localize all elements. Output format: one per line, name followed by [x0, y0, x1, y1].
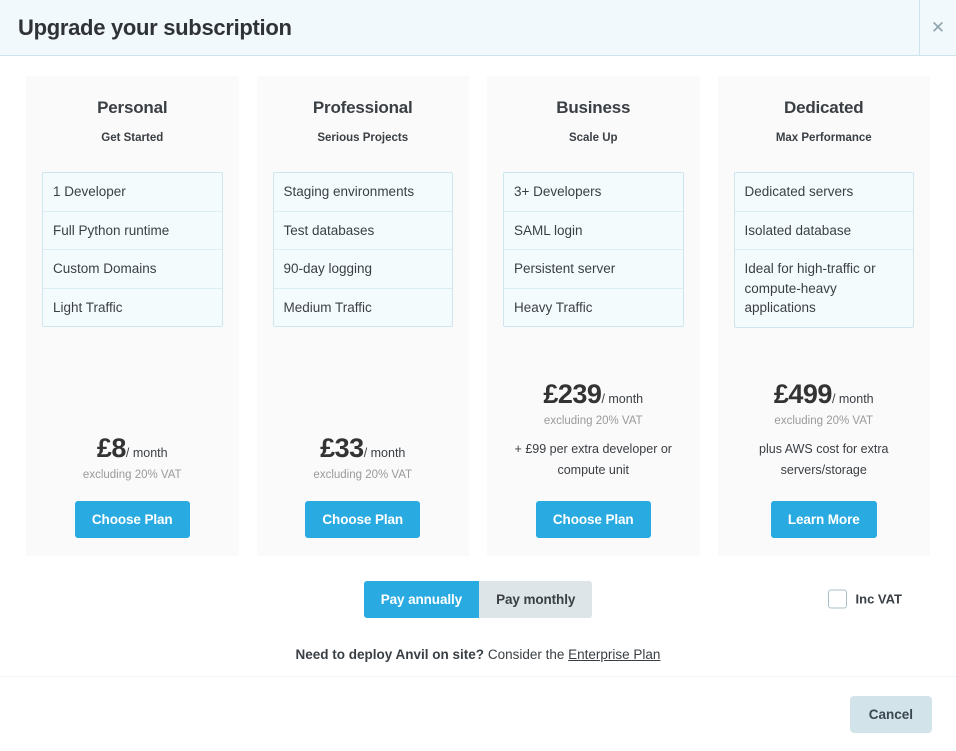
price-block: £33/ month excluding 20% VAT Choose Plan: [273, 409, 454, 538]
plan-tagline: Get Started: [101, 132, 164, 144]
plan-name: Personal: [97, 98, 168, 117]
list-item: Isolated database: [734, 212, 913, 251]
feature-list: 3+ Developers SAML login Persistent serv…: [503, 172, 684, 328]
price-period: / month: [601, 391, 644, 406]
list-item: Heavy Traffic: [514, 299, 593, 315]
inc-vat-label: Inc VAT: [855, 591, 902, 607]
enterprise-prompt: Need to deploy Anvil on site?: [295, 647, 485, 662]
list-item: Light Traffic: [53, 299, 123, 315]
enterprise-plan-link[interactable]: Enterprise Plan: [568, 647, 660, 662]
price-line: £8/ month: [42, 435, 223, 462]
list-item: Staging environments: [273, 173, 452, 212]
list-item: Custom Domains: [43, 250, 222, 289]
plan-tagline: Scale Up: [568, 132, 618, 144]
plan-name: Dedicated: [784, 98, 864, 117]
price-vat-note: excluding 20% VAT: [774, 414, 874, 427]
price-line: £239/ month: [503, 378, 684, 409]
feature-list: 1 Developer Full Python runtime Custom D…: [42, 172, 223, 328]
price-amount: £8: [96, 433, 127, 463]
plan-card-business: Business Scale Up 3+ Developers SAML log…: [487, 76, 700, 556]
close-button[interactable]: ✕: [920, 0, 956, 55]
list-item: Test databases: [273, 212, 452, 251]
price-extra-note: + £99 per extra developer or compute uni…: [514, 441, 672, 477]
page-title: Upgrade your subscription: [18, 14, 292, 40]
plan-tagline: Serious Projects: [317, 132, 409, 144]
enterprise-middle-text: Consider the: [487, 647, 565, 662]
price-block: £499/ month excluding 20% VAT plus AWS c…: [734, 355, 915, 538]
price-period: / month: [363, 446, 406, 460]
list-item: Full Python runtime: [43, 212, 222, 251]
plan-card-personal: Personal Get Started 1 Developer Full Py…: [26, 76, 239, 556]
learn-more-button[interactable]: Learn More: [770, 501, 877, 538]
list-item: Ideal for high-traffic or compute-heavy …: [744, 261, 876, 316]
feature-list: Dedicated servers Isolated database Idea…: [733, 172, 914, 328]
dialog-body: Personal Get Started 1 Developer Full Py…: [0, 56, 956, 751]
close-icon: ✕: [930, 18, 946, 37]
list-item: Medium Traffic: [283, 299, 372, 315]
inc-vat-checkbox[interactable]: Inc VAT: [827, 589, 902, 609]
plan-card-dedicated: Dedicated Max Performance Dedicated serv…: [717, 76, 930, 556]
price-line: £33/ month: [273, 435, 454, 462]
feature-list: Staging environments Test databases 90-d…: [272, 172, 453, 328]
price-block: £239/ month excluding 20% VAT + £99 per …: [503, 355, 684, 538]
dialog-header: Upgrade your subscription ✕: [0, 0, 956, 56]
choose-plan-button[interactable]: Choose Plan: [535, 501, 651, 538]
price-block: £8/ month excluding 20% VAT Choose Plan: [42, 409, 223, 538]
list-item: 1 Developer: [43, 173, 222, 212]
list-item: 3+ Developers: [504, 173, 683, 212]
price-amount: £239: [543, 378, 602, 409]
price-vat-note: excluding 20% VAT: [543, 414, 643, 427]
price-amount: £33: [320, 433, 364, 463]
list-item: Persistent server: [504, 250, 683, 289]
plans-row: Personal Get Started 1 Developer Full Py…: [26, 76, 930, 556]
pay-annually-button[interactable]: Pay annually: [363, 580, 480, 618]
upgrade-subscription-dialog: Upgrade your subscription ✕ Personal Get…: [0, 0, 956, 751]
price-vat-note: excluding 20% VAT: [82, 469, 182, 481]
price-extra-note: plus AWS cost for extra servers/storage: [759, 441, 889, 477]
choose-plan-button[interactable]: Choose Plan: [74, 501, 190, 538]
choose-plan-button[interactable]: Choose Plan: [305, 501, 421, 538]
plan-name: Professional: [312, 98, 413, 117]
enterprise-plan-line: Need to deploy Anvil on site? Consider t…: [26, 647, 930, 662]
checkbox-box[interactable]: [827, 589, 847, 609]
price-period: / month: [125, 446, 168, 460]
plan-tagline: Max Performance: [775, 132, 872, 144]
price-amount: £499: [773, 378, 833, 409]
list-item: Dedicated servers: [734, 173, 913, 212]
list-item: SAML login: [504, 212, 683, 251]
cancel-button[interactable]: Cancel: [849, 695, 932, 733]
billing-period-toggle: Pay annually Pay monthly: [363, 580, 593, 618]
dialog-footer: Cancel: [0, 676, 956, 751]
plan-name: Business: [556, 98, 631, 117]
billing-controls-row: Pay annually Pay monthly Inc VAT: [26, 576, 930, 622]
list-item: 90-day logging: [273, 250, 452, 289]
plan-card-professional: Professional Serious Projects Staging en…: [256, 76, 469, 556]
price-period: / month: [831, 391, 874, 406]
price-vat-note: excluding 20% VAT: [313, 469, 413, 481]
pay-monthly-button[interactable]: Pay monthly: [479, 580, 593, 618]
price-line: £499/ month: [734, 378, 915, 409]
